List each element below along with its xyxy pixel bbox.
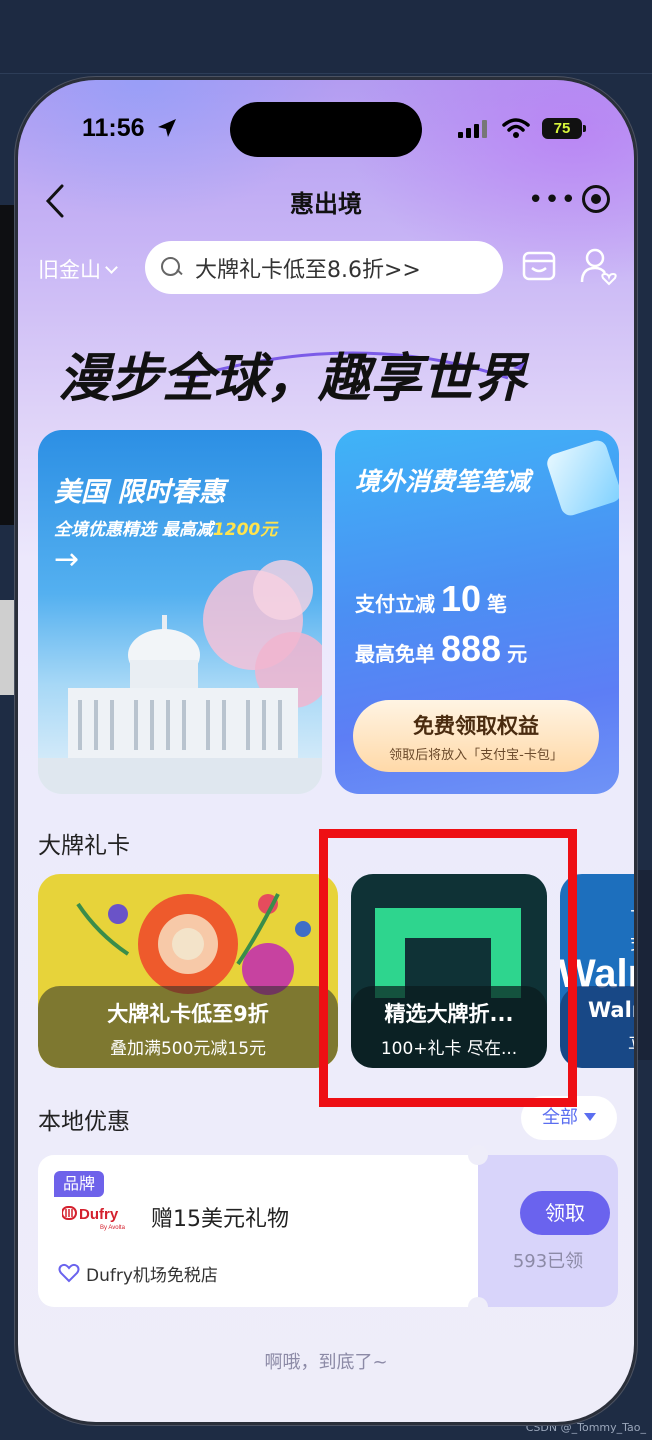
promo-spend-line2: 最高免单 888 元 xyxy=(355,628,528,669)
wifi-icon xyxy=(502,118,530,138)
coupon-title: 赠15美元礼物 xyxy=(151,1207,289,1232)
claim-benefit-button[interactable]: 免费领取权益 领取后将放入「支付宝-卡包」 xyxy=(353,700,599,772)
walmart-top-text: 丁式 xyxy=(630,904,634,956)
store-name: Dufry机场免税店 xyxy=(86,1266,218,1286)
svg-text:By Avolta: By Avolta xyxy=(100,1225,126,1231)
slogan-banner: 漫步全球，趣享世界 xyxy=(58,349,530,409)
heart-icon[interactable] xyxy=(58,1263,80,1283)
backdrop-top-strip xyxy=(0,0,652,74)
dynamic-island xyxy=(230,102,422,157)
promo-card-spend-discount[interactable]: 境外消费笔笔减 支付立减 10 笔 最高免单 888 元 免费领取权益 领取后将放入「支… xyxy=(335,430,619,794)
coupon-notch xyxy=(468,1297,488,1317)
search-bar[interactable]: 大牌礼卡低至8.6折>> xyxy=(145,241,503,294)
dufry-logo: Dufry By Avolta xyxy=(62,1206,126,1231)
coupon-card[interactable]: 品牌 Dufry By Avolta 赠15美元礼物 Dufry机场免税店 领取… xyxy=(38,1145,618,1317)
coupon-body: 品牌 Dufry By Avolta 赠15美元礼物 Dufry机场免税店 xyxy=(38,1155,478,1307)
slogan-text: 漫步全球，趣享世界 xyxy=(58,349,530,409)
promo-usa-subtitle: 全境优惠精选 最高减1200元 xyxy=(54,520,278,540)
phone-screen: 11:56 75 惠出境 ••• 旧金山 大牌礼卡低至8.6折>> 漫步全球，趣… xyxy=(18,80,634,1422)
promo-spend-line1: 支付立减 10 笔 xyxy=(355,578,508,619)
card-wallet-icon[interactable] xyxy=(521,248,557,284)
coupon-stub: 领取 593已领 xyxy=(478,1155,618,1307)
end-of-list-text: 啊哦，到底了~ xyxy=(264,1352,388,1373)
brand-badge: 品牌 xyxy=(54,1171,104,1197)
battery-indicator: 75 xyxy=(542,118,586,139)
claimed-count: 593已领 xyxy=(512,1251,584,1272)
backdrop-left-panel-light xyxy=(0,600,14,695)
promo-usa-amount: 1200元 xyxy=(212,520,278,540)
claim-benefit-label: 免费领取权益 xyxy=(413,714,539,738)
coupon-notch xyxy=(468,1145,488,1165)
promo-spend-title: 境外消费笔笔减 xyxy=(355,467,531,496)
red-highlight-box xyxy=(319,829,577,1107)
caret-down-icon xyxy=(584,1113,596,1121)
status-time: 11:56 xyxy=(82,114,145,142)
user-profile-icon[interactable] xyxy=(578,246,618,286)
city-selector[interactable]: 旧金山 xyxy=(38,254,118,284)
phone-frame: 11:56 75 惠出境 ••• 旧金山 大牌礼卡低至8.6折>> 漫步全球，趣… xyxy=(14,76,638,1426)
gift-card-brand-discount[interactable]: 大牌礼卡低至9折 叠加满500元减15元 xyxy=(38,874,338,1068)
svg-text:Dufry: Dufry xyxy=(79,1206,119,1223)
filter-label: 全部 xyxy=(542,1107,578,1128)
close-miniapp-icon[interactable] xyxy=(582,185,610,213)
claim-coupon-button[interactable]: 领取 xyxy=(520,1191,610,1235)
capitol-building-illustration xyxy=(38,560,322,794)
search-placeholder: 大牌礼卡低至8.6折>> xyxy=(195,257,421,283)
claim-benefit-note: 领取后将放入「支付宝-卡包」 xyxy=(389,748,563,763)
section-title-local-deals: 本地优惠 xyxy=(38,1109,130,1135)
cellular-signal-icon xyxy=(458,120,487,138)
chevron-down-icon xyxy=(105,261,118,274)
ticket-plane-icon xyxy=(544,437,619,519)
search-icon xyxy=(161,256,183,279)
city-name: 旧金山 xyxy=(38,258,101,282)
more-options-icon[interactable]: ••• xyxy=(528,187,577,213)
promo-usa-title: 美国 限时春惠 xyxy=(54,477,226,508)
promo-card-usa[interactable]: 美国 限时春惠 全境优惠精选 最高减1200元 → xyxy=(38,430,322,794)
backdrop-left-panel xyxy=(0,205,14,525)
section-title-gift-cards: 大牌礼卡 xyxy=(38,833,130,859)
location-arrow-icon xyxy=(158,119,176,137)
gift-card-caption: 大牌礼卡低至9折 叠加满500元减15元 xyxy=(38,986,338,1068)
